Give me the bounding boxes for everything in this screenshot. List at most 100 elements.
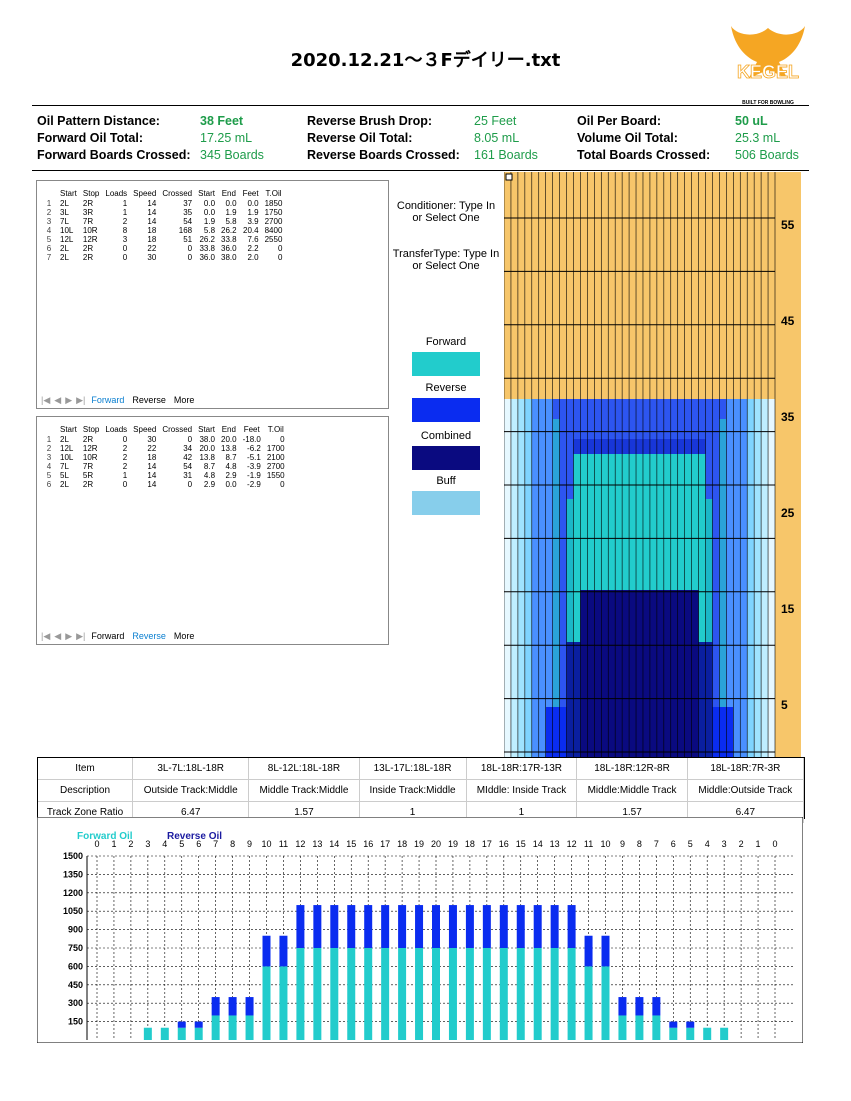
- tab-more[interactable]: More: [170, 631, 199, 641]
- table-cell[interactable]: 1750: [262, 208, 286, 217]
- table-cell[interactable]: 1700: [264, 444, 288, 453]
- table-cell[interactable]: 2R: [80, 480, 102, 489]
- table-cell[interactable]: 1550: [264, 471, 288, 480]
- table-cell[interactable]: 0: [159, 435, 195, 444]
- table-cell[interactable]: 35: [159, 208, 195, 217]
- table-cell[interactable]: 0: [264, 480, 288, 489]
- table-cell[interactable]: 10L: [57, 226, 80, 235]
- table-cell[interactable]: 6: [41, 244, 57, 253]
- table-cell[interactable]: 2.9: [218, 471, 240, 480]
- table-cell[interactable]: 5: [41, 471, 57, 480]
- sheet-nav-first-icon[interactable]: |◀: [39, 631, 52, 642]
- table-cell[interactable]: 13.8: [195, 453, 218, 462]
- table-cell[interactable]: 0.0: [240, 199, 262, 208]
- table-cell[interactable]: 2R: [80, 253, 102, 262]
- table-cell[interactable]: 2L: [57, 244, 80, 253]
- table-cell[interactable]: 14: [130, 199, 159, 208]
- table-cell[interactable]: 51: [159, 235, 195, 244]
- table-cell[interactable]: -18.0: [240, 435, 264, 444]
- table-cell[interactable]: 18: [130, 453, 159, 462]
- table-cell[interactable]: 38.0: [195, 435, 218, 444]
- table-cell[interactable]: 2R: [80, 244, 102, 253]
- table-cell[interactable]: 7L: [57, 462, 80, 471]
- table-cell[interactable]: 37: [159, 199, 195, 208]
- table-cell[interactable]: 5.8: [195, 226, 218, 235]
- table-cell[interactable]: 4: [41, 226, 57, 235]
- table-cell[interactable]: 26.2: [195, 235, 218, 244]
- tab-reverse[interactable]: Reverse: [128, 631, 170, 641]
- tab-reverse[interactable]: Reverse: [128, 395, 170, 405]
- table-cell[interactable]: 12R: [80, 235, 102, 244]
- table-cell[interactable]: 4.8: [195, 471, 218, 480]
- table-cell[interactable]: 0.0: [195, 208, 218, 217]
- sheet-nav-next-icon[interactable]: ▶: [63, 631, 74, 642]
- table-cell[interactable]: 1: [41, 435, 57, 444]
- table-cell[interactable]: 1: [41, 199, 57, 208]
- table-cell[interactable]: 0: [159, 253, 195, 262]
- table-cell[interactable]: 2: [102, 462, 130, 471]
- table-cell[interactable]: 2L: [57, 253, 80, 262]
- table-cell[interactable]: 0: [159, 244, 195, 253]
- table-cell[interactable]: 7.6: [240, 235, 262, 244]
- table-cell[interactable]: 0: [262, 253, 286, 262]
- table-cell[interactable]: 26.2: [218, 226, 240, 235]
- table-cell[interactable]: 2700: [264, 462, 288, 471]
- table-cell[interactable]: 33.8: [195, 244, 218, 253]
- tab-more[interactable]: More: [170, 395, 199, 405]
- table-cell[interactable]: 30: [130, 253, 159, 262]
- table-cell[interactable]: 4.8: [218, 462, 240, 471]
- table-cell[interactable]: 168: [159, 226, 195, 235]
- table-cell[interactable]: 7L: [57, 217, 80, 226]
- table-cell[interactable]: 22: [130, 244, 159, 253]
- table-cell[interactable]: 12R: [80, 444, 102, 453]
- table-cell[interactable]: 33.8: [218, 235, 240, 244]
- table-cell[interactable]: 2: [41, 444, 57, 453]
- table-cell[interactable]: 1: [102, 471, 130, 480]
- table-cell[interactable]: 36.0: [195, 253, 218, 262]
- table-cell[interactable]: 1: [102, 199, 130, 208]
- table-cell[interactable]: 2.9: [195, 480, 218, 489]
- table-cell[interactable]: 7R: [80, 462, 102, 471]
- table-cell[interactable]: 2: [41, 208, 57, 217]
- table-cell[interactable]: 12L: [57, 444, 80, 453]
- table-cell[interactable]: 4: [41, 462, 57, 471]
- table-cell[interactable]: 54: [159, 217, 195, 226]
- table-cell[interactable]: 5L: [57, 471, 80, 480]
- table-cell[interactable]: 5: [41, 235, 57, 244]
- table-cell[interactable]: 6: [41, 480, 57, 489]
- table-cell[interactable]: -5.1: [240, 453, 264, 462]
- table-cell[interactable]: 8: [102, 226, 130, 235]
- table-cell[interactable]: 1850: [262, 199, 286, 208]
- table-cell[interactable]: 14: [130, 480, 159, 489]
- sheet-nav-last-icon[interactable]: ▶|: [74, 631, 87, 642]
- table-cell[interactable]: 0: [264, 435, 288, 444]
- sheet-nav-last-icon[interactable]: ▶|: [74, 395, 87, 406]
- table-cell[interactable]: 12L: [57, 235, 80, 244]
- table-cell[interactable]: 1.9: [240, 208, 262, 217]
- table-cell[interactable]: 2L: [57, 480, 80, 489]
- table-cell[interactable]: 2: [102, 453, 130, 462]
- sheet-nav-next-icon[interactable]: ▶: [63, 395, 74, 406]
- conditioner-field[interactable]: Conditioner: Type In or Select One: [391, 200, 501, 224]
- table-cell[interactable]: 38.0: [218, 253, 240, 262]
- table-cell[interactable]: 7R: [80, 217, 102, 226]
- transfer-type-field[interactable]: TransferType: Type In or Select One: [391, 248, 501, 272]
- table-cell[interactable]: 20.0: [195, 444, 218, 453]
- table-cell[interactable]: 5R: [80, 471, 102, 480]
- table-cell[interactable]: 54: [159, 462, 195, 471]
- table-cell[interactable]: 2R: [80, 199, 102, 208]
- sheet-nav-first-icon[interactable]: |◀: [39, 395, 52, 406]
- table-cell[interactable]: 14: [130, 471, 159, 480]
- table-cell[interactable]: 14: [130, 462, 159, 471]
- table-cell[interactable]: 42: [159, 453, 195, 462]
- sheet-nav-prev-icon[interactable]: ◀: [52, 395, 63, 406]
- table-cell[interactable]: 18: [130, 226, 159, 235]
- table-cell[interactable]: 22: [130, 444, 159, 453]
- table-cell[interactable]: 3: [102, 235, 130, 244]
- table-cell[interactable]: 20.4: [240, 226, 262, 235]
- table-cell[interactable]: 30: [130, 435, 159, 444]
- table-cell[interactable]: 2R: [80, 435, 102, 444]
- table-cell[interactable]: 10R: [80, 226, 102, 235]
- table-cell[interactable]: 0: [102, 244, 130, 253]
- table-cell[interactable]: 14: [130, 217, 159, 226]
